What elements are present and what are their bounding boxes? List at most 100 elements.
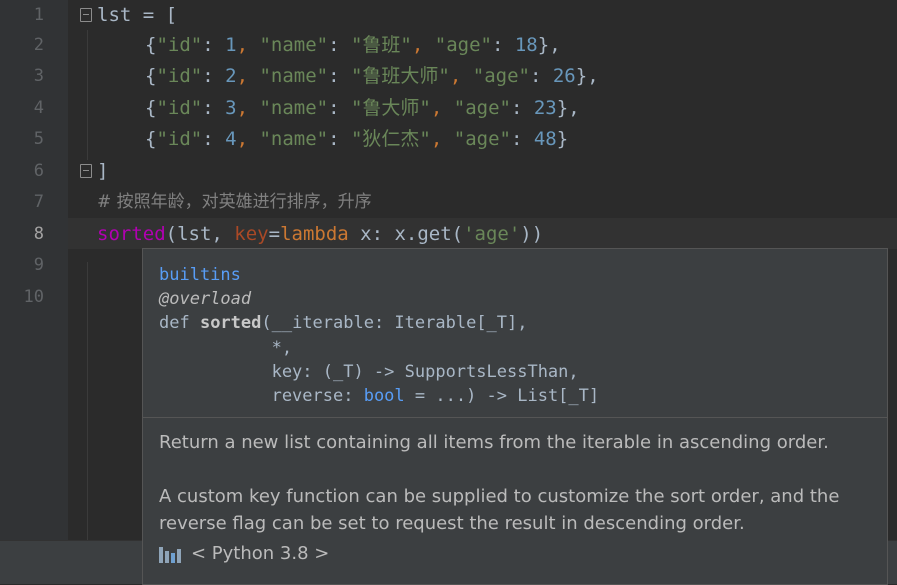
line-number: 1	[33, 5, 44, 25]
comma: ,	[430, 97, 454, 119]
string-literal: "name"	[259, 97, 329, 119]
colon: :	[510, 97, 534, 119]
indent-guide	[87, 30, 88, 160]
code-line-5[interactable]: {"id": 4, "name": "狄仁杰", "age": 48}	[145, 124, 568, 155]
signature-params: *,	[159, 337, 293, 358]
string-literal: "name"	[259, 128, 329, 150]
string-literal: "鲁班"	[350, 34, 412, 56]
number-literal: 23	[533, 97, 557, 119]
fold-collapse-icon[interactable]	[80, 8, 92, 22]
code-line-3[interactable]: {"id": 2, "name": "鲁班大师", "age": 26},	[145, 61, 599, 92]
line-number: 7	[33, 192, 44, 212]
doc-paragraph: Return a new list containing all items f…	[159, 432, 829, 453]
string-literal: "id"	[156, 128, 203, 150]
number-literal: 48	[533, 128, 557, 150]
python-version-label[interactable]: < Python 3.8 >	[191, 543, 329, 564]
keyword-argument: key	[234, 223, 269, 245]
paren: ))	[520, 223, 544, 245]
string-literal: "id"	[156, 34, 203, 56]
colon: :	[491, 34, 515, 56]
line-number: 9	[33, 255, 44, 275]
brace: }	[556, 128, 569, 150]
line-number: 2	[33, 35, 44, 55]
string-literal: "age"	[472, 65, 530, 87]
comma: ,	[411, 34, 435, 56]
def-keyword: def	[159, 313, 200, 334]
signature-params: reverse:	[159, 386, 364, 407]
docstring: Return a new list containing all items f…	[159, 429, 871, 537]
number-literal: 4	[225, 128, 237, 150]
brace: },	[575, 65, 599, 87]
comma: ,	[236, 97, 260, 119]
type-link[interactable]: bool	[364, 386, 405, 406]
python-version-footer[interactable]: < Python 3.8 >	[159, 543, 329, 564]
indent-guide	[87, 262, 88, 540]
comma: ,	[430, 128, 454, 150]
code-line-2[interactable]: {"id": 1, "name": "鲁班", "age": 18},	[145, 30, 561, 61]
colon: :	[328, 34, 351, 56]
operator: =	[268, 223, 281, 245]
line-number: 3	[33, 66, 44, 86]
string-literal: "狄仁杰"	[350, 128, 431, 150]
string-literal: "id"	[156, 97, 203, 119]
identifier: lst	[97, 4, 132, 26]
number-literal: 2	[225, 65, 237, 87]
number-literal: 3	[225, 97, 237, 119]
divider	[143, 417, 887, 418]
string-literal: "鲁大师"	[350, 97, 431, 119]
function-signature: builtins @overload def sorted(__iterable…	[159, 263, 599, 408]
colon: :	[202, 34, 226, 56]
code-line-4[interactable]: {"id": 3, "name": "鲁大师", "age": 23},	[145, 93, 580, 124]
fold-end-icon[interactable]	[80, 164, 92, 178]
colon: :	[328, 65, 351, 87]
colon: :	[328, 97, 351, 119]
doc-paragraph: A custom key function can be supplied to…	[159, 486, 840, 534]
string-literal: "name"	[259, 65, 329, 87]
brace: {	[145, 65, 157, 87]
signature-params: key: (_T) -> SupportsLessThan,	[159, 361, 579, 382]
function-name: sorted	[97, 223, 166, 245]
decorator: @overload	[159, 289, 252, 310]
code-line-7-comment[interactable]: # 按照年龄，对英雄进行排序，升序	[97, 187, 372, 218]
colon: :	[202, 65, 226, 87]
colon: :	[529, 65, 553, 87]
signature-params: (__iterable: Iterable[_T],	[261, 313, 528, 334]
code-line-1[interactable]: lst = [	[97, 0, 177, 31]
quick-documentation-popup[interactable]: builtins @overload def sorted(__iterable…	[142, 248, 888, 585]
string-literal: "age"	[453, 97, 511, 119]
function-name: sorted	[199, 313, 262, 334]
line-number: 4	[33, 98, 44, 118]
operator: = [	[131, 4, 178, 26]
code-line-6[interactable]: ]	[97, 156, 108, 187]
string-literal: "age"	[434, 34, 492, 56]
string-literal: "name"	[259, 34, 329, 56]
line-number: 6	[33, 161, 44, 181]
number-literal: 1	[225, 34, 237, 56]
brace: {	[145, 128, 157, 150]
line-number-active: 8	[33, 224, 44, 244]
brace: },	[556, 97, 580, 119]
number-literal: 26	[552, 65, 576, 87]
brace: {	[145, 97, 157, 119]
code-line-8[interactable]: sorted(lst, key=lambda x: x.get('age'))	[97, 219, 543, 250]
bracket: ]	[97, 160, 109, 182]
expression: x: x.get(	[348, 223, 464, 245]
colon: :	[328, 128, 351, 150]
comma: ,	[236, 65, 260, 87]
colon: :	[202, 128, 226, 150]
module-link[interactable]: builtins	[159, 265, 241, 285]
signature-params: = ...) -> List[_T]	[404, 386, 600, 407]
comma: ,	[449, 65, 473, 87]
arguments: (lst,	[165, 223, 235, 245]
number-literal: 18	[514, 34, 538, 56]
string-literal: "age"	[453, 128, 511, 150]
string-literal: "鲁班大师"	[350, 65, 450, 87]
string-literal: "id"	[156, 65, 203, 87]
comma: ,	[236, 128, 260, 150]
keyword: lambda	[280, 223, 349, 245]
brace: {	[145, 34, 157, 56]
line-number: 5	[33, 129, 44, 149]
library-icon	[159, 545, 183, 563]
string-literal: 'age'	[463, 223, 521, 245]
colon: :	[202, 97, 226, 119]
